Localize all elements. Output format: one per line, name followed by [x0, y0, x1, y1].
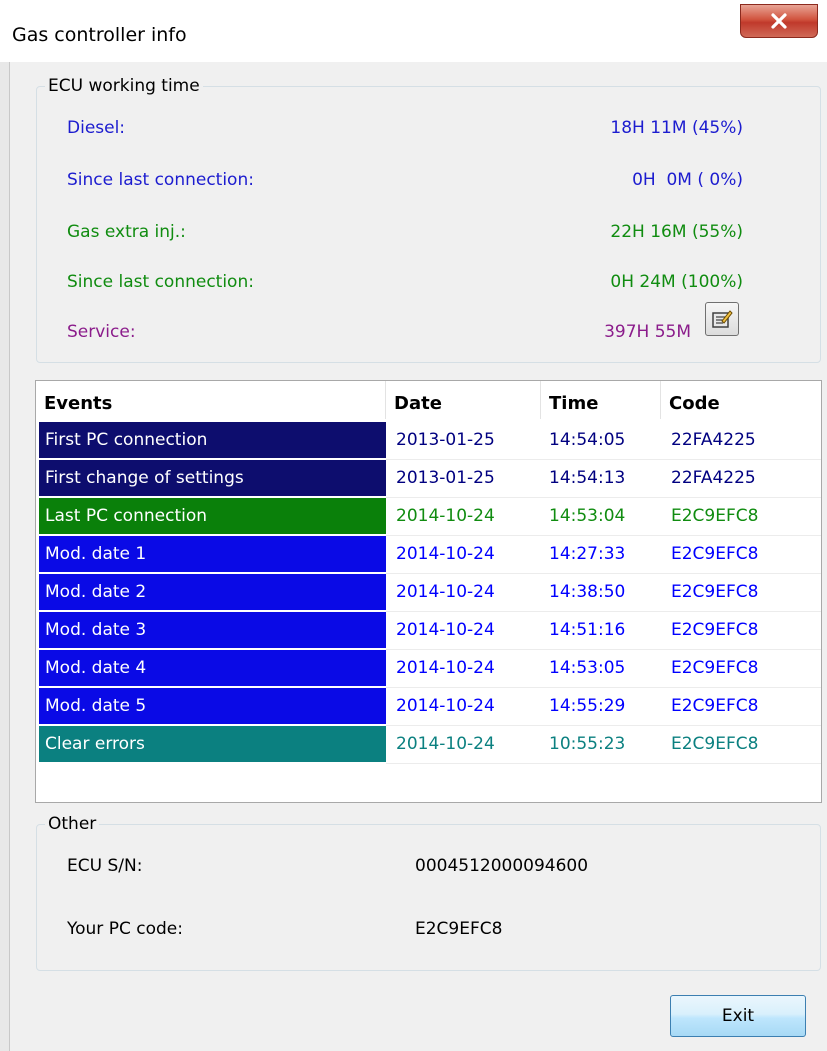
- code-cell: E2C9EFC8: [671, 506, 759, 526]
- ecu-time-label: Diesel:: [67, 118, 126, 138]
- ecu-time-value: 18H 11M (45%): [610, 118, 743, 138]
- pc-code-label: Your PC code:: [67, 919, 183, 939]
- column-header-time[interactable]: Time: [541, 381, 661, 419]
- other-legend: Other: [48, 814, 97, 834]
- client-area: ECU working time Diesel: 18H 11M (45%) Sin…: [10, 62, 827, 1051]
- service-reset-button[interactable]: [705, 302, 739, 336]
- table-row[interactable]: Mod. date 2 2014-10-24 14:38:50 E2C9EFC8: [39, 574, 816, 610]
- time-cell: 14:51:16: [549, 620, 626, 640]
- date-cell: 2014-10-24: [396, 544, 495, 564]
- ecu-time-value: 0H 0M ( 0%): [632, 170, 743, 190]
- events-table[interactable]: Events Date Time Code First PC connectio…: [35, 380, 822, 803]
- time-cell: 10:55:23: [549, 734, 626, 754]
- date-cell: 2014-10-24: [396, 734, 495, 754]
- table-row[interactable]: Mod. date 1 2014-10-24 14:27:33 E2C9EFC8: [39, 536, 816, 572]
- table-row[interactable]: Clear errors 2014-10-24 10:55:23 E2C9EFC8: [39, 726, 816, 762]
- close-icon: [771, 13, 787, 29]
- date-cell: 2013-01-25: [396, 430, 495, 450]
- ecu-time-value: 397H 55M: [604, 322, 691, 342]
- ecu-sn-label: ECU S/N:: [67, 856, 143, 876]
- table-row[interactable]: Mod. date 3 2014-10-24 14:51:16 E2C9EFC8: [39, 612, 816, 648]
- ecu-time-label: Service:: [67, 322, 136, 342]
- ecu-sn-value: 0004512000094600: [415, 856, 589, 876]
- ecu-time-label: Since last connection:: [67, 272, 254, 292]
- title-bar: Gas controller info: [0, 0, 827, 62]
- code-cell: E2C9EFC8: [671, 734, 759, 754]
- ecu-time-label: Gas extra inj.:: [67, 222, 186, 242]
- time-cell: 14:53:04: [549, 506, 626, 526]
- table-row[interactable]: Mod. date 4 2014-10-24 14:53:05 E2C9EFC8: [39, 650, 816, 686]
- close-button[interactable]: [740, 4, 818, 38]
- ecu-time-label: Since last connection:: [67, 170, 254, 190]
- ecu-time-value: 22H 16M (55%): [610, 222, 743, 242]
- other-group: Other: [36, 814, 821, 971]
- gas-controller-info-window: Gas controller info ECU working time Die…: [0, 0, 827, 1051]
- code-cell: E2C9EFC8: [671, 620, 759, 640]
- event-cell: Mod. date 5: [39, 688, 386, 724]
- event-cell: Mod. date 1: [39, 536, 386, 572]
- edit-form-icon: [712, 310, 733, 328]
- time-cell: 14:38:50: [549, 582, 626, 602]
- window-title: Gas controller info: [12, 24, 187, 46]
- date-cell: 2014-10-24: [396, 506, 495, 526]
- ecu-working-time-legend: ECU working time: [48, 76, 200, 96]
- code-cell: 22FA4225: [671, 430, 756, 450]
- column-header-date[interactable]: Date: [386, 381, 541, 419]
- window-left-edge: [0, 62, 10, 1051]
- event-cell: Mod. date 4: [39, 650, 386, 686]
- date-cell: 2014-10-24: [396, 582, 495, 602]
- table-row[interactable]: First change of settings 2013-01-25 14:54:…: [39, 460, 816, 496]
- event-cell: Last PC connection: [39, 498, 386, 534]
- column-header-events[interactable]: Events: [36, 381, 386, 419]
- table-row[interactable]: First PC connection 2013-01-25 14:54:05 22F…: [39, 422, 816, 458]
- time-cell: 14:54:05: [549, 430, 626, 450]
- code-cell: E2C9EFC8: [671, 544, 759, 564]
- event-cell: First change of settings: [39, 460, 386, 496]
- time-cell: 14:53:05: [549, 658, 626, 678]
- event-cell: Mod. date 2: [39, 574, 386, 610]
- event-cell: Clear errors: [39, 726, 386, 762]
- date-cell: 2014-10-24: [396, 658, 495, 678]
- column-header-code[interactable]: Code: [661, 381, 811, 419]
- time-cell: 14:55:29: [549, 696, 626, 716]
- ecu-time-value: 0H 24M (100%): [610, 272, 743, 292]
- pc-code-value: E2C9EFC8: [415, 919, 503, 939]
- event-cell: Mod. date 3: [39, 612, 386, 648]
- code-cell: E2C9EFC8: [671, 658, 759, 678]
- time-cell: 14:27:33: [549, 544, 626, 564]
- table-row[interactable]: Last PC connection 2014-10-24 14:53:04 E2C9…: [39, 498, 816, 534]
- row-divider: [386, 763, 821, 764]
- code-cell: E2C9EFC8: [671, 696, 759, 716]
- event-cell: First PC connection: [39, 422, 386, 458]
- date-cell: 2014-10-24: [396, 696, 495, 716]
- exit-button[interactable]: Exit: [670, 995, 806, 1037]
- code-cell: E2C9EFC8: [671, 582, 759, 602]
- time-cell: 14:54:13: [549, 468, 626, 488]
- code-cell: 22FA4225: [671, 468, 756, 488]
- table-row[interactable]: Mod. date 5 2014-10-24 14:55:29 E2C9EFC8: [39, 688, 816, 724]
- table-header: Events Date Time Code: [36, 381, 821, 419]
- date-cell: 2014-10-24: [396, 620, 495, 640]
- date-cell: 2013-01-25: [396, 468, 495, 488]
